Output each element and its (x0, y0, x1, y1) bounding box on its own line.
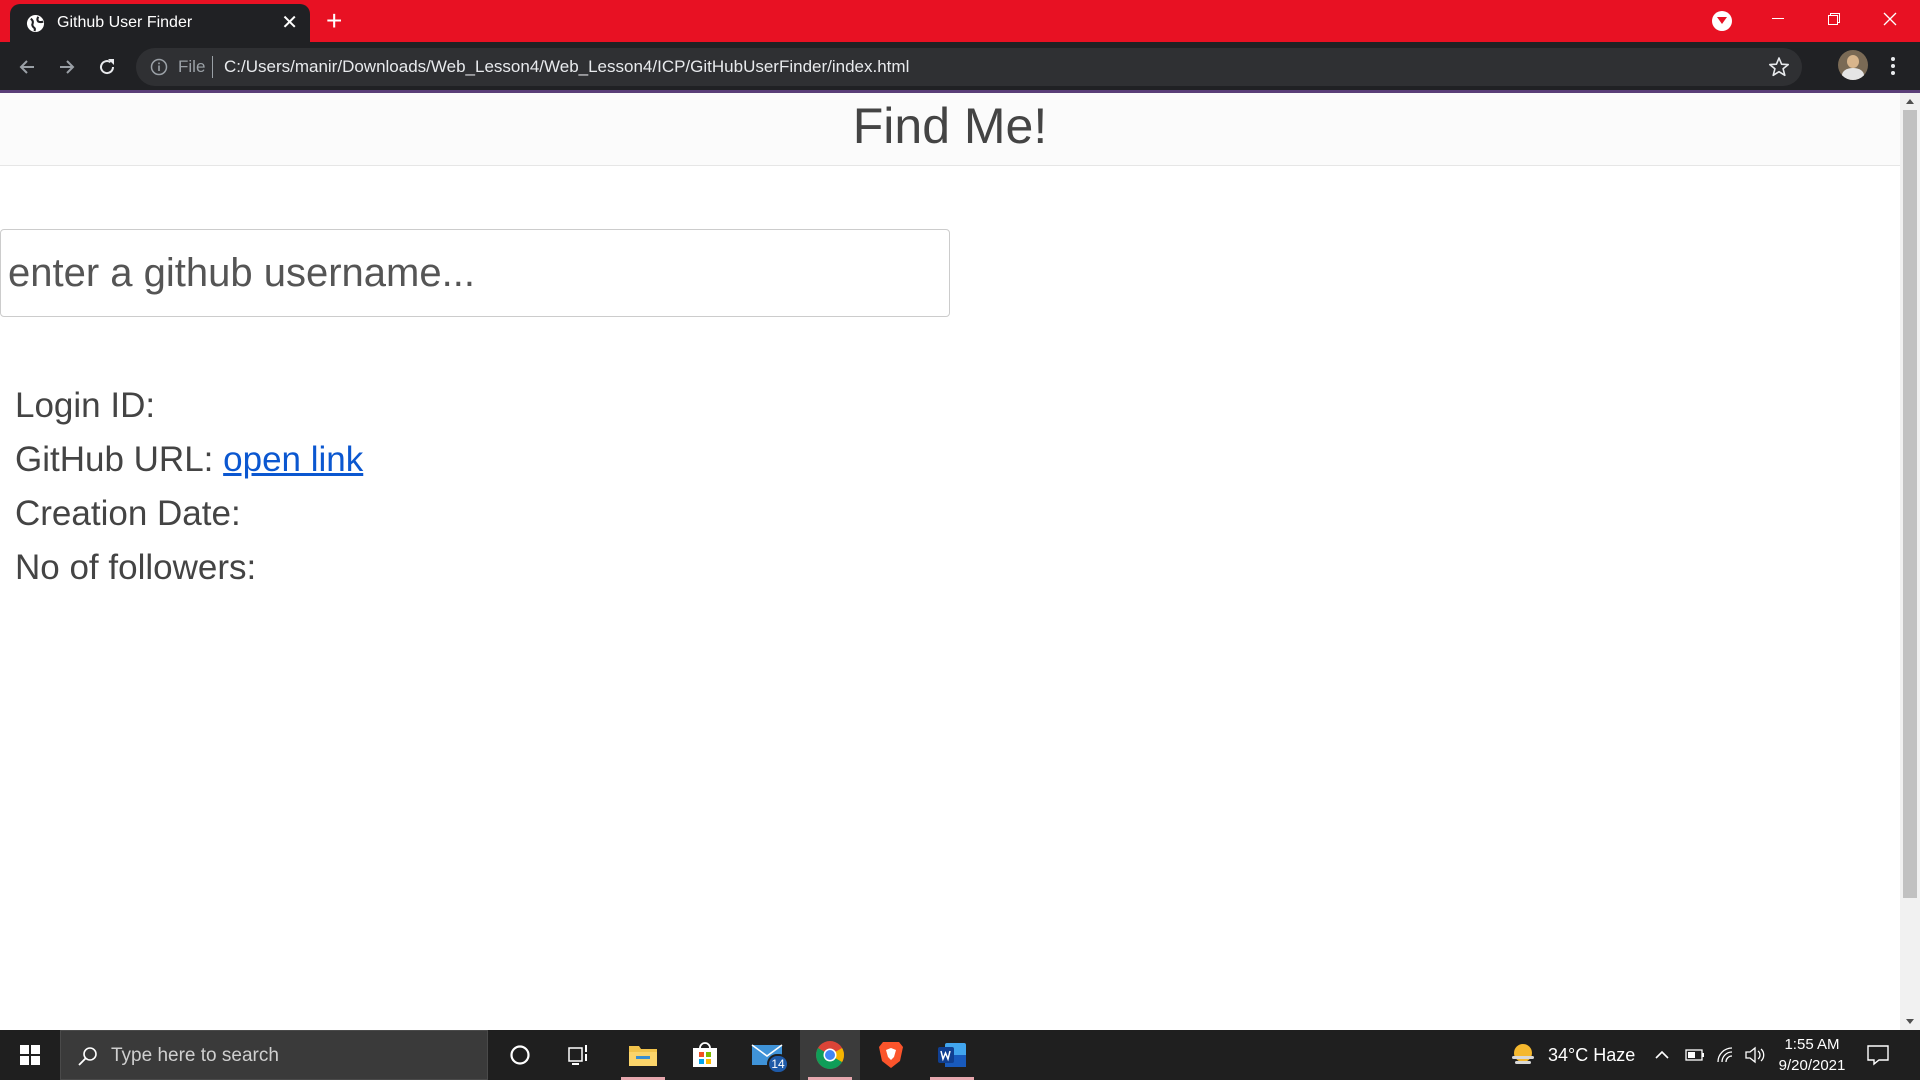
login-id-row: Login ID: (15, 379, 363, 433)
wifi-button[interactable] (1716, 1030, 1734, 1080)
tab-search-button[interactable] (1712, 11, 1732, 31)
cortana-button[interactable] (490, 1030, 550, 1080)
creation-date-row: Creation Date: (15, 487, 363, 541)
triangle-down-icon (1906, 1019, 1914, 1024)
avatar-face (1847, 55, 1859, 68)
url-scheme: File (178, 57, 206, 76)
task-view-button[interactable] (550, 1030, 610, 1080)
arrow-left-icon (19, 60, 34, 74)
browser-tab[interactable]: Github User Finder ✕ (10, 4, 310, 42)
cortana-icon (510, 1045, 530, 1065)
file-explorer-icon (629, 1046, 657, 1066)
scrollbar-thumb[interactable] (1903, 110, 1917, 898)
wifi-icon (1717, 1047, 1733, 1063)
chrome-icon (816, 1041, 844, 1069)
arrow-right-icon (60, 60, 75, 74)
address-bar[interactable]: File C:/Users/manir/Downloads/Web_Lesson… (136, 48, 1802, 86)
restore-icon (1828, 13, 1840, 25)
menu-icon[interactable] (1888, 54, 1898, 78)
back-button[interactable] (14, 54, 40, 80)
chevron-down-icon (1717, 17, 1727, 24)
clock[interactable]: 1:55 AM 9/20/2021 (1770, 1034, 1854, 1076)
triangle-up-icon (1906, 99, 1914, 104)
restore-button[interactable] (1806, 0, 1862, 38)
chevron-up-icon (1655, 1050, 1669, 1059)
reload-icon (100, 59, 115, 75)
github-url-row: GitHub URL: open link (15, 433, 363, 487)
weather-widget[interactable] (1510, 1030, 1536, 1080)
battery-button[interactable] (1685, 1030, 1705, 1080)
chrome-button[interactable] (800, 1030, 860, 1080)
taskbar-search-placeholder: Type here to search (111, 1045, 279, 1066)
open-link[interactable]: open link (223, 440, 363, 479)
forward-button[interactable] (54, 54, 80, 80)
page-title: Find Me! (852, 98, 1048, 154)
avatar-body (1842, 68, 1864, 80)
minimize-button[interactable] (1750, 0, 1806, 38)
start-button[interactable] (0, 1030, 60, 1080)
close-icon (1883, 12, 1897, 26)
notification-icon (1867, 1045, 1889, 1066)
word-icon (938, 1043, 966, 1067)
new-tab-button[interactable]: + (326, 7, 342, 35)
browser-toolbar: File C:/Users/manir/Downloads/Web_Lesson… (0, 42, 1920, 92)
windows-taskbar: Type here to search 14 34°C Haze 1:55 AM… (0, 1030, 1920, 1080)
mail-button[interactable]: 14 (737, 1030, 797, 1080)
minimize-icon (1772, 18, 1784, 19)
creation-date-label: Creation Date: (15, 494, 241, 533)
browser-tab-strip: Github User Finder ✕ + (0, 0, 1920, 42)
followers-row: No of followers: (15, 541, 363, 595)
window-close-button[interactable] (1862, 0, 1918, 38)
search-icon (78, 1047, 97, 1066)
windows-logo-icon (20, 1045, 40, 1065)
url-separator (212, 56, 213, 78)
volume-button[interactable] (1744, 1030, 1766, 1080)
globe-icon (26, 14, 45, 32)
close-tab-icon[interactable]: ✕ (281, 13, 298, 33)
clock-date: 9/20/2021 (1778, 1057, 1846, 1074)
taskbar-search-box[interactable]: Type here to search (60, 1030, 488, 1080)
vertical-scrollbar[interactable] (1900, 93, 1920, 1030)
url-text[interactable]: C:/Users/manir/Downloads/Web_Lesson4/Web… (224, 57, 909, 77)
weather-haze-icon (1512, 1044, 1534, 1064)
brave-icon (879, 1042, 903, 1068)
battery-icon (1685, 1049, 1704, 1061)
task-view-icon (568, 1045, 587, 1065)
followers-label: No of followers: (15, 548, 257, 587)
notification-center-button[interactable] (1866, 1043, 1890, 1072)
store-icon (693, 1042, 717, 1067)
web-page: Find Me! Login ID: GitHub URL: open link… (0, 93, 1900, 1030)
avatar[interactable] (1838, 50, 1868, 80)
brave-button[interactable] (861, 1030, 921, 1080)
tab-title: Github User Finder (57, 14, 193, 31)
github-url-label: GitHub URL: (15, 440, 214, 479)
reload-button[interactable] (94, 54, 120, 80)
clock-time: 1:55 AM (1784, 1036, 1840, 1053)
page-header: Find Me! (0, 93, 1900, 166)
show-hidden-icons-button[interactable] (1655, 1030, 1669, 1080)
store-button[interactable] (675, 1030, 735, 1080)
info-icon[interactable] (150, 58, 168, 76)
weather-text[interactable]: 34°C Haze (1548, 1030, 1635, 1080)
scroll-down-button[interactable] (1900, 1013, 1920, 1030)
star-icon[interactable] (1768, 56, 1790, 78)
mail-badge: 14 (767, 1054, 789, 1074)
file-explorer-button[interactable] (613, 1030, 673, 1080)
scroll-up-button[interactable] (1900, 93, 1920, 110)
word-button[interactable] (922, 1030, 982, 1080)
login-id-label: Login ID: (15, 386, 156, 425)
username-search-input[interactable] (0, 229, 950, 317)
volume-icon (1745, 1046, 1765, 1064)
user-info-list: Login ID: GitHub URL: open link Creation… (15, 379, 363, 595)
